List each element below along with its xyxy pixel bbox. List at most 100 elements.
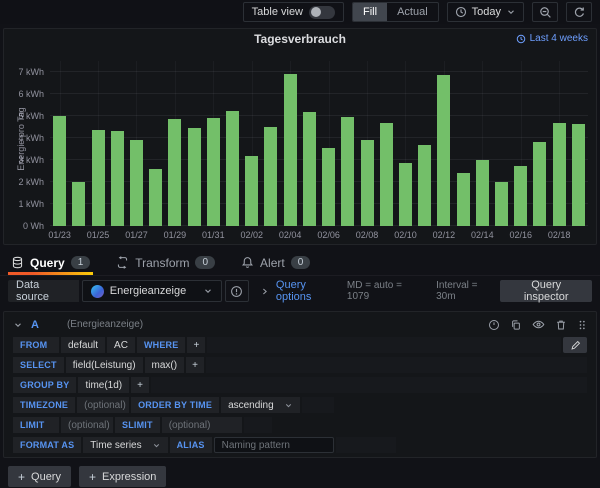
group-by-segment[interactable]: time(1d) xyxy=(78,377,129,393)
datasource-help-button[interactable] xyxy=(225,280,249,302)
fill-actual-group: Fill Actual xyxy=(352,2,439,22)
format-as-select[interactable]: Time series xyxy=(83,437,167,453)
x-tick-label: 01/25 xyxy=(78,230,118,240)
zoom-out-icon xyxy=(539,6,552,19)
select-field-segment[interactable]: field(Leistung) xyxy=(66,357,143,373)
transform-icon xyxy=(116,256,129,269)
y-tick-label: 2 kWh xyxy=(18,177,44,187)
tab-alert-label: Alert xyxy=(260,256,285,270)
x-tick-label: 02/14 xyxy=(462,230,502,240)
bar xyxy=(380,123,393,226)
bar xyxy=(341,117,354,226)
tab-transform[interactable]: Transform 0 xyxy=(113,250,218,275)
query-editor-card: A (Energieanzeige) FROM default AC WHERE… xyxy=(3,311,597,458)
bar xyxy=(207,118,220,226)
where-label[interactable]: WHERE xyxy=(137,337,186,353)
y-tick-label: 4 kWh xyxy=(18,133,44,143)
bar xyxy=(495,182,508,226)
actual-button[interactable]: Actual xyxy=(387,3,438,21)
select-label: SELECT xyxy=(13,357,64,373)
row-filler xyxy=(244,417,272,433)
gridline xyxy=(50,71,588,72)
time-range-picker[interactable]: Today xyxy=(447,2,524,22)
trash-icon[interactable] xyxy=(555,319,567,331)
timezone-input[interactable]: (optional) xyxy=(77,397,129,413)
alias-input[interactable] xyxy=(214,437,334,453)
clock-icon xyxy=(455,6,467,18)
panel-time-range-link[interactable]: Last 4 weeks xyxy=(516,33,588,44)
row-filler xyxy=(151,377,587,393)
bar xyxy=(437,75,450,226)
limit-input[interactable]: (optional) xyxy=(61,417,113,433)
tab-query-label: Query xyxy=(30,256,65,270)
datasource-label: Data source xyxy=(8,280,79,302)
add-expression-button[interactable]: + Expression xyxy=(79,466,166,487)
bar xyxy=(553,123,566,226)
query-inspector-button[interactable]: Query inspector xyxy=(500,280,592,302)
tab-transform-label: Transform xyxy=(135,256,189,270)
datasource-value: Energieanzeige xyxy=(110,285,186,297)
top-toolbar: Table view Fill Actual Today xyxy=(0,0,600,24)
add-select-button[interactable]: + xyxy=(186,357,204,373)
add-group-by-button[interactable]: + xyxy=(131,377,149,393)
tab-alert[interactable]: Alert 0 xyxy=(238,250,313,275)
slimit-input[interactable]: (optional) xyxy=(162,417,242,433)
format-as-label: FORMAT AS xyxy=(13,437,81,453)
drag-handle-icon[interactable] xyxy=(577,319,587,331)
query-ref-id: A xyxy=(31,319,39,331)
bar xyxy=(130,140,143,226)
bar xyxy=(188,128,201,226)
add-query-button[interactable]: + Query xyxy=(8,466,71,487)
row-filler xyxy=(336,437,396,453)
query-options-toggle[interactable]: Query options xyxy=(260,279,338,303)
add-query-label: Query xyxy=(31,471,61,483)
add-where-button[interactable]: + xyxy=(187,337,205,353)
group-by-row: GROUP BY time(1d) + xyxy=(13,377,587,393)
table-view-toggle-group[interactable]: Table view xyxy=(243,2,344,22)
order-by-time-select[interactable]: ascending xyxy=(221,397,300,413)
zoom-out-button[interactable] xyxy=(532,2,558,22)
row-filler xyxy=(207,337,561,353)
pencil-icon xyxy=(570,340,581,351)
eye-icon[interactable] xyxy=(532,318,545,331)
bar xyxy=(168,119,181,226)
bar-plot xyxy=(50,61,588,226)
x-tick-label: 01/31 xyxy=(193,230,233,240)
from-measurement-segment[interactable]: AC xyxy=(107,337,135,353)
from-policy-segment[interactable]: default xyxy=(61,337,105,353)
format-as-value: Time series xyxy=(90,440,141,451)
limit-row: LIMIT (optional) SLIMIT (optional) xyxy=(13,417,587,433)
row-filler xyxy=(302,397,334,413)
format-as-row: FORMAT AS Time series ALIAS xyxy=(13,437,587,453)
tab-query[interactable]: Query 1 xyxy=(8,250,93,275)
x-tick-label: 02/04 xyxy=(270,230,310,240)
order-by-time-label: ORDER BY TIME xyxy=(131,397,219,413)
duplicate-icon[interactable] xyxy=(510,319,522,331)
select-aggregation-segment[interactable]: max() xyxy=(145,357,185,373)
bar xyxy=(149,169,162,226)
collapse-chevron-icon[interactable] xyxy=(13,320,23,330)
bar xyxy=(457,173,470,226)
history-icon[interactable] xyxy=(488,319,500,331)
chevron-down-icon xyxy=(506,7,516,17)
query-datasource-note: (Energieanzeige) xyxy=(67,319,143,330)
x-tick-label: 02/08 xyxy=(347,230,387,240)
bar xyxy=(245,156,258,226)
x-tick-label: 01/29 xyxy=(155,230,195,240)
fill-button[interactable]: Fill xyxy=(353,3,387,21)
tab-query-count: 1 xyxy=(71,256,91,269)
group-by-label: GROUP BY xyxy=(13,377,76,393)
query-options-stats: MD = auto = 1079 Interval = 30m xyxy=(347,280,494,302)
interval-stat: Interval = 30m xyxy=(436,280,494,302)
chevron-down-icon xyxy=(284,401,293,410)
y-tick-label: 5 kWh xyxy=(18,111,44,121)
datasource-picker[interactable]: Energieanzeige xyxy=(82,280,222,302)
refresh-button[interactable] xyxy=(566,2,592,22)
alias-label: ALIAS xyxy=(170,437,212,453)
edit-query-button[interactable] xyxy=(563,337,587,353)
datasource-logo-icon xyxy=(91,285,104,298)
row-filler xyxy=(206,357,587,373)
query-row-actions xyxy=(488,318,587,331)
bar xyxy=(111,131,124,226)
table-view-switch[interactable] xyxy=(309,6,335,19)
